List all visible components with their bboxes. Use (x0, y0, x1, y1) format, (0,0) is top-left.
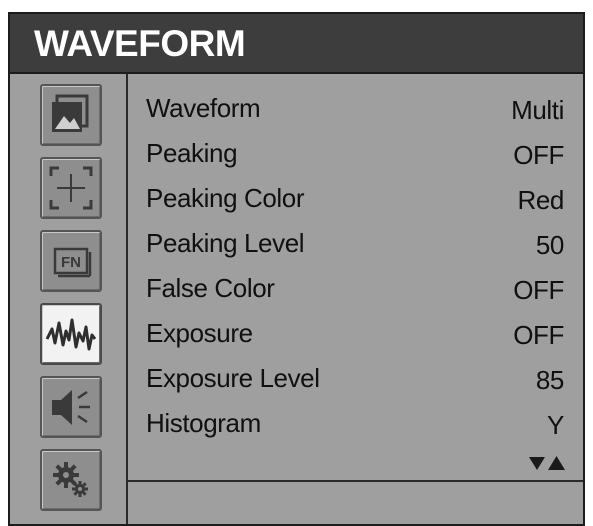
title-bar: WAVEFORM (10, 14, 583, 74)
menu-row-value: OFF (513, 275, 564, 305)
menu-row-label: Peaking (146, 138, 238, 168)
menu-row-value: OFF (513, 140, 564, 170)
waveform-icon (45, 318, 97, 351)
menu-row-waveform[interactable]: Waveform Multi (128, 86, 583, 131)
svg-text:FN: FN (61, 254, 81, 271)
menu-row-value: Y (547, 410, 564, 440)
settings-list: Waveform Multi Peaking OFF Peaking Color… (128, 74, 583, 524)
fn-icon: FN (53, 247, 92, 278)
menu-row-label: Peaking Color (146, 183, 305, 213)
menu-row-label: Histogram (146, 408, 261, 438)
menu-row-exposure-level[interactable]: Exposure Level 85 (128, 356, 583, 401)
menu-row-value: Multi (511, 95, 564, 125)
menu-row-label: Exposure Level (146, 363, 320, 393)
menu-row-value: 50 (535, 230, 565, 260)
sidebar-item-settings[interactable] (40, 449, 102, 511)
picture-icon (52, 94, 89, 132)
menu-divider (128, 480, 583, 482)
menu-row-label: Peaking Level (146, 228, 305, 258)
menu-row-label: Exposure (146, 318, 253, 348)
settings-gears-icon (53, 462, 88, 497)
menu-row-label: False Color (146, 273, 275, 303)
menu-title: WAVEFORM (34, 23, 246, 64)
menu-row-value: Red (517, 185, 565, 215)
sidebar-item-waveform[interactable] (40, 303, 102, 365)
menu-row-peaking[interactable]: Peaking OFF (128, 131, 583, 176)
sidebar-item-fn[interactable]: FN (40, 230, 102, 292)
menu-row-peaking-color[interactable]: Peaking Color Red (128, 176, 583, 221)
menu-row-value: 85 (535, 365, 565, 395)
menu-row-histogram[interactable]: Histogram Y (128, 401, 583, 446)
menu-row-peaking-level[interactable]: Peaking Level 50 (128, 221, 583, 266)
menu-row-false-color[interactable]: False Color OFF (128, 266, 583, 311)
scroll-down-up-icon[interactable] (528, 455, 566, 471)
speaker-icon (52, 390, 90, 425)
category-sidebar: FN (10, 74, 128, 524)
sidebar-item-picture[interactable] (40, 84, 102, 146)
marker-icon (49, 166, 93, 210)
menu-row-label: Waveform (146, 93, 261, 123)
menu-row-value: OFF (513, 320, 564, 350)
menu-row-exposure[interactable]: Exposure OFF (128, 311, 583, 356)
sidebar-item-audio[interactable] (40, 376, 102, 438)
osd-menu-panel: WAVEFORM FN Waveform Multi Peaking OFF P… (8, 12, 585, 526)
sidebar-item-marker[interactable] (40, 157, 102, 219)
